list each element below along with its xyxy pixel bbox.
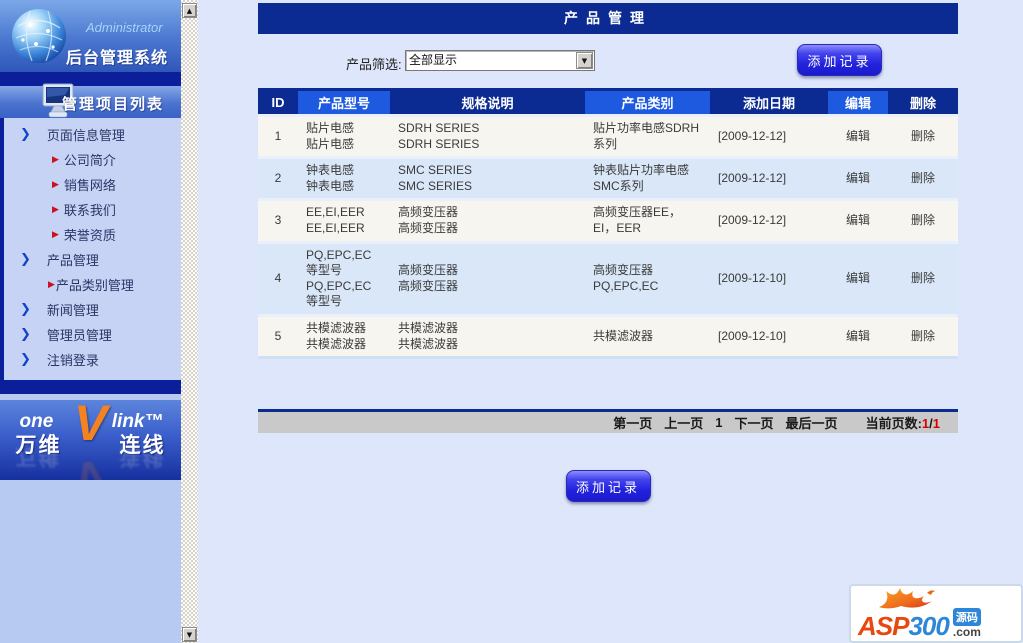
table-header-row: ID 产品型号 规格说明 产品类别 添加日期 编辑 删除 [258, 88, 958, 116]
sidebar-panel-header: 管理项目列表 [0, 83, 181, 118]
product-table: ID 产品型号 规格说明 产品类别 添加日期 编辑 删除 1 贴片电感 贴片电感… [258, 88, 958, 360]
asp300-logo[interactable]: ASP 300 源码 .com [849, 584, 1023, 643]
sidebar: Administrator 后台管理系统 管理项目列表 ❯ 页面信息管理 ▶ 公… [0, 0, 181, 643]
table-row: 2 钟表电感 钟表电感 SMC SERIES SMC SERIES 钟表贴片功率… [258, 156, 958, 200]
table-row: 5 共模滤波器 共模滤波器 共模滤波器 共模滤波器 共模滤波器 [2009-12… [258, 313, 958, 360]
col-header-category: 产品类别 [585, 88, 710, 116]
main-frame: 产品管理 产品筛选: 全部显示 ▼ 添加记录 ID 产品型号 规格说明 产品类别… [198, 0, 1023, 643]
product-filter-label: 产品筛选: [346, 57, 402, 72]
triangle-right-icon: ▶ [52, 204, 59, 215]
sidebar-header: Administrator 后台管理系统 [0, 0, 181, 72]
sidebar-item-contact-us[interactable]: ▶ 联系我们 [4, 197, 181, 222]
filter-row: 产品筛选: 全部显示 ▼ 添加记录 [258, 34, 958, 88]
col-header-id: ID [258, 88, 298, 116]
triangle-right-icon: ▶ [52, 229, 59, 240]
first-page-link[interactable]: 第一页 [613, 413, 652, 432]
sidebar-item-company-profile[interactable]: ▶ 公司简介 [4, 147, 181, 172]
chevron-right-icon: ❯ [20, 252, 31, 267]
delete-link[interactable]: 删除 [888, 113, 958, 158]
edit-link[interactable]: 编辑 [828, 313, 888, 360]
last-page-link[interactable]: 最后一页 [786, 413, 838, 432]
sidebar-footer-area [0, 480, 181, 643]
onelink-logo-reflection: 万维 连线 V [15, 445, 166, 480]
system-title: 后台管理系统 [66, 50, 169, 67]
col-header-edit: 编辑 [828, 88, 888, 116]
triangle-right-icon: ▶ [52, 154, 59, 165]
flame-icon [879, 588, 935, 609]
page-number: 1 [715, 415, 723, 431]
col-header-spec: 规格说明 [390, 88, 585, 116]
delete-link[interactable]: 删除 [888, 240, 958, 316]
scroll-up-button[interactable]: ▲ [182, 3, 197, 18]
asp300-wordmark: ASP 300 源码 .com [858, 608, 981, 639]
sidebar-item-honors[interactable]: ▶ 荣誉资质 [4, 222, 181, 247]
add-record-button-bottom[interactable]: 添加记录 [565, 470, 651, 503]
triangle-right-icon: ▶ [48, 279, 55, 290]
globe-network-icon [12, 9, 66, 63]
administrator-label: Administrator [86, 20, 163, 35]
add-record-button-top[interactable]: 添加记录 [797, 44, 882, 76]
dropdown-arrow-icon[interactable]: ▼ [576, 52, 593, 69]
delete-link[interactable]: 删除 [888, 313, 958, 360]
edit-link[interactable]: 编辑 [828, 198, 888, 243]
current-page-indicator: 当前页数:1/1 [865, 416, 940, 432]
sidebar-divider [0, 380, 181, 394]
sidebar-item-news-management[interactable]: ❯ 新闻管理 [4, 297, 181, 322]
sidebar-item-page-info[interactable]: ❯ 页面信息管理 [4, 122, 181, 147]
chevron-right-icon: ❯ [20, 327, 31, 342]
table-row: 4 PQ,EPC,EC等型号 PQ,EPC,EC等型号 高频变压器 高频变压器 … [258, 240, 958, 316]
col-header-date: 添加日期 [710, 88, 828, 116]
page-title: 产品管理 [258, 3, 958, 34]
scroll-down-button[interactable]: ▼ [182, 627, 197, 642]
edit-link[interactable]: 编辑 [828, 240, 888, 316]
sidebar-item-admin-management[interactable]: ❯ 管理员管理 [4, 322, 181, 347]
delete-link[interactable]: 删除 [888, 156, 958, 200]
col-header-delete: 删除 [888, 88, 958, 116]
content-column: 产品管理 产品筛选: 全部显示 ▼ 添加记录 ID 产品型号 规格说明 产品类别… [258, 0, 958, 503]
sidebar-menu: ❯ 页面信息管理 ▶ 公司简介 ▶ 销售网络 ▶ 联系我们 ▶ 荣誉资质 ❯ 产… [0, 118, 181, 380]
table-row: 1 贴片电感 贴片电感 SDRH SERIES SDRH SERIES 贴片功率… [258, 113, 958, 158]
sidebar-divider [0, 72, 181, 86]
onelink-logo: one link™ V 万维 连线 万维 连线 V [0, 400, 181, 480]
sidebar-item-product-category-management[interactable]: ▶ 产品类别管理 [4, 272, 181, 297]
sidebar-item-product-management[interactable]: ❯ 产品管理 [4, 247, 181, 272]
admin-app: Administrator 后台管理系统 管理项目列表 ❯ 页面信息管理 ▶ 公… [0, 0, 1023, 643]
selected-filter-value: 全部显示 [409, 53, 458, 67]
panel-title: 管理项目列表 [62, 96, 165, 113]
yuanma-badge: 源码 [952, 608, 981, 626]
table-row: 3 EE,EI,EER EE,EI,EER 高频变压器 高频变压器 高频变压器E… [258, 198, 958, 243]
product-filter-select[interactable]: 全部显示 ▼ [405, 50, 595, 71]
edit-link[interactable]: 编辑 [828, 113, 888, 158]
frame-scrollbar[interactable]: ▲ ▼ [181, 0, 198, 643]
triangle-right-icon: ▶ [52, 179, 59, 190]
bottom-actions: 添加记录 [258, 470, 958, 503]
orange-v-mark: V [73, 400, 108, 451]
next-page-link[interactable]: 下一页 [735, 413, 774, 432]
sidebar-item-logout[interactable]: ❯ 注销登录 [4, 347, 181, 372]
col-header-model: 产品型号 [298, 88, 390, 116]
edit-link[interactable]: 编辑 [828, 156, 888, 200]
prev-page-link[interactable]: 上一页 [664, 413, 703, 432]
chevron-right-icon: ❯ [20, 352, 31, 367]
sidebar-item-sales-network[interactable]: ▶ 销售网络 [4, 172, 181, 197]
delete-link[interactable]: 删除 [888, 198, 958, 243]
chevron-right-icon: ❯ [20, 302, 31, 317]
pagination-bar: 第一页 上一页 1 下一页 最后一页 当前页数:1/1 [258, 409, 958, 434]
chevron-right-icon: ❯ [20, 127, 31, 142]
